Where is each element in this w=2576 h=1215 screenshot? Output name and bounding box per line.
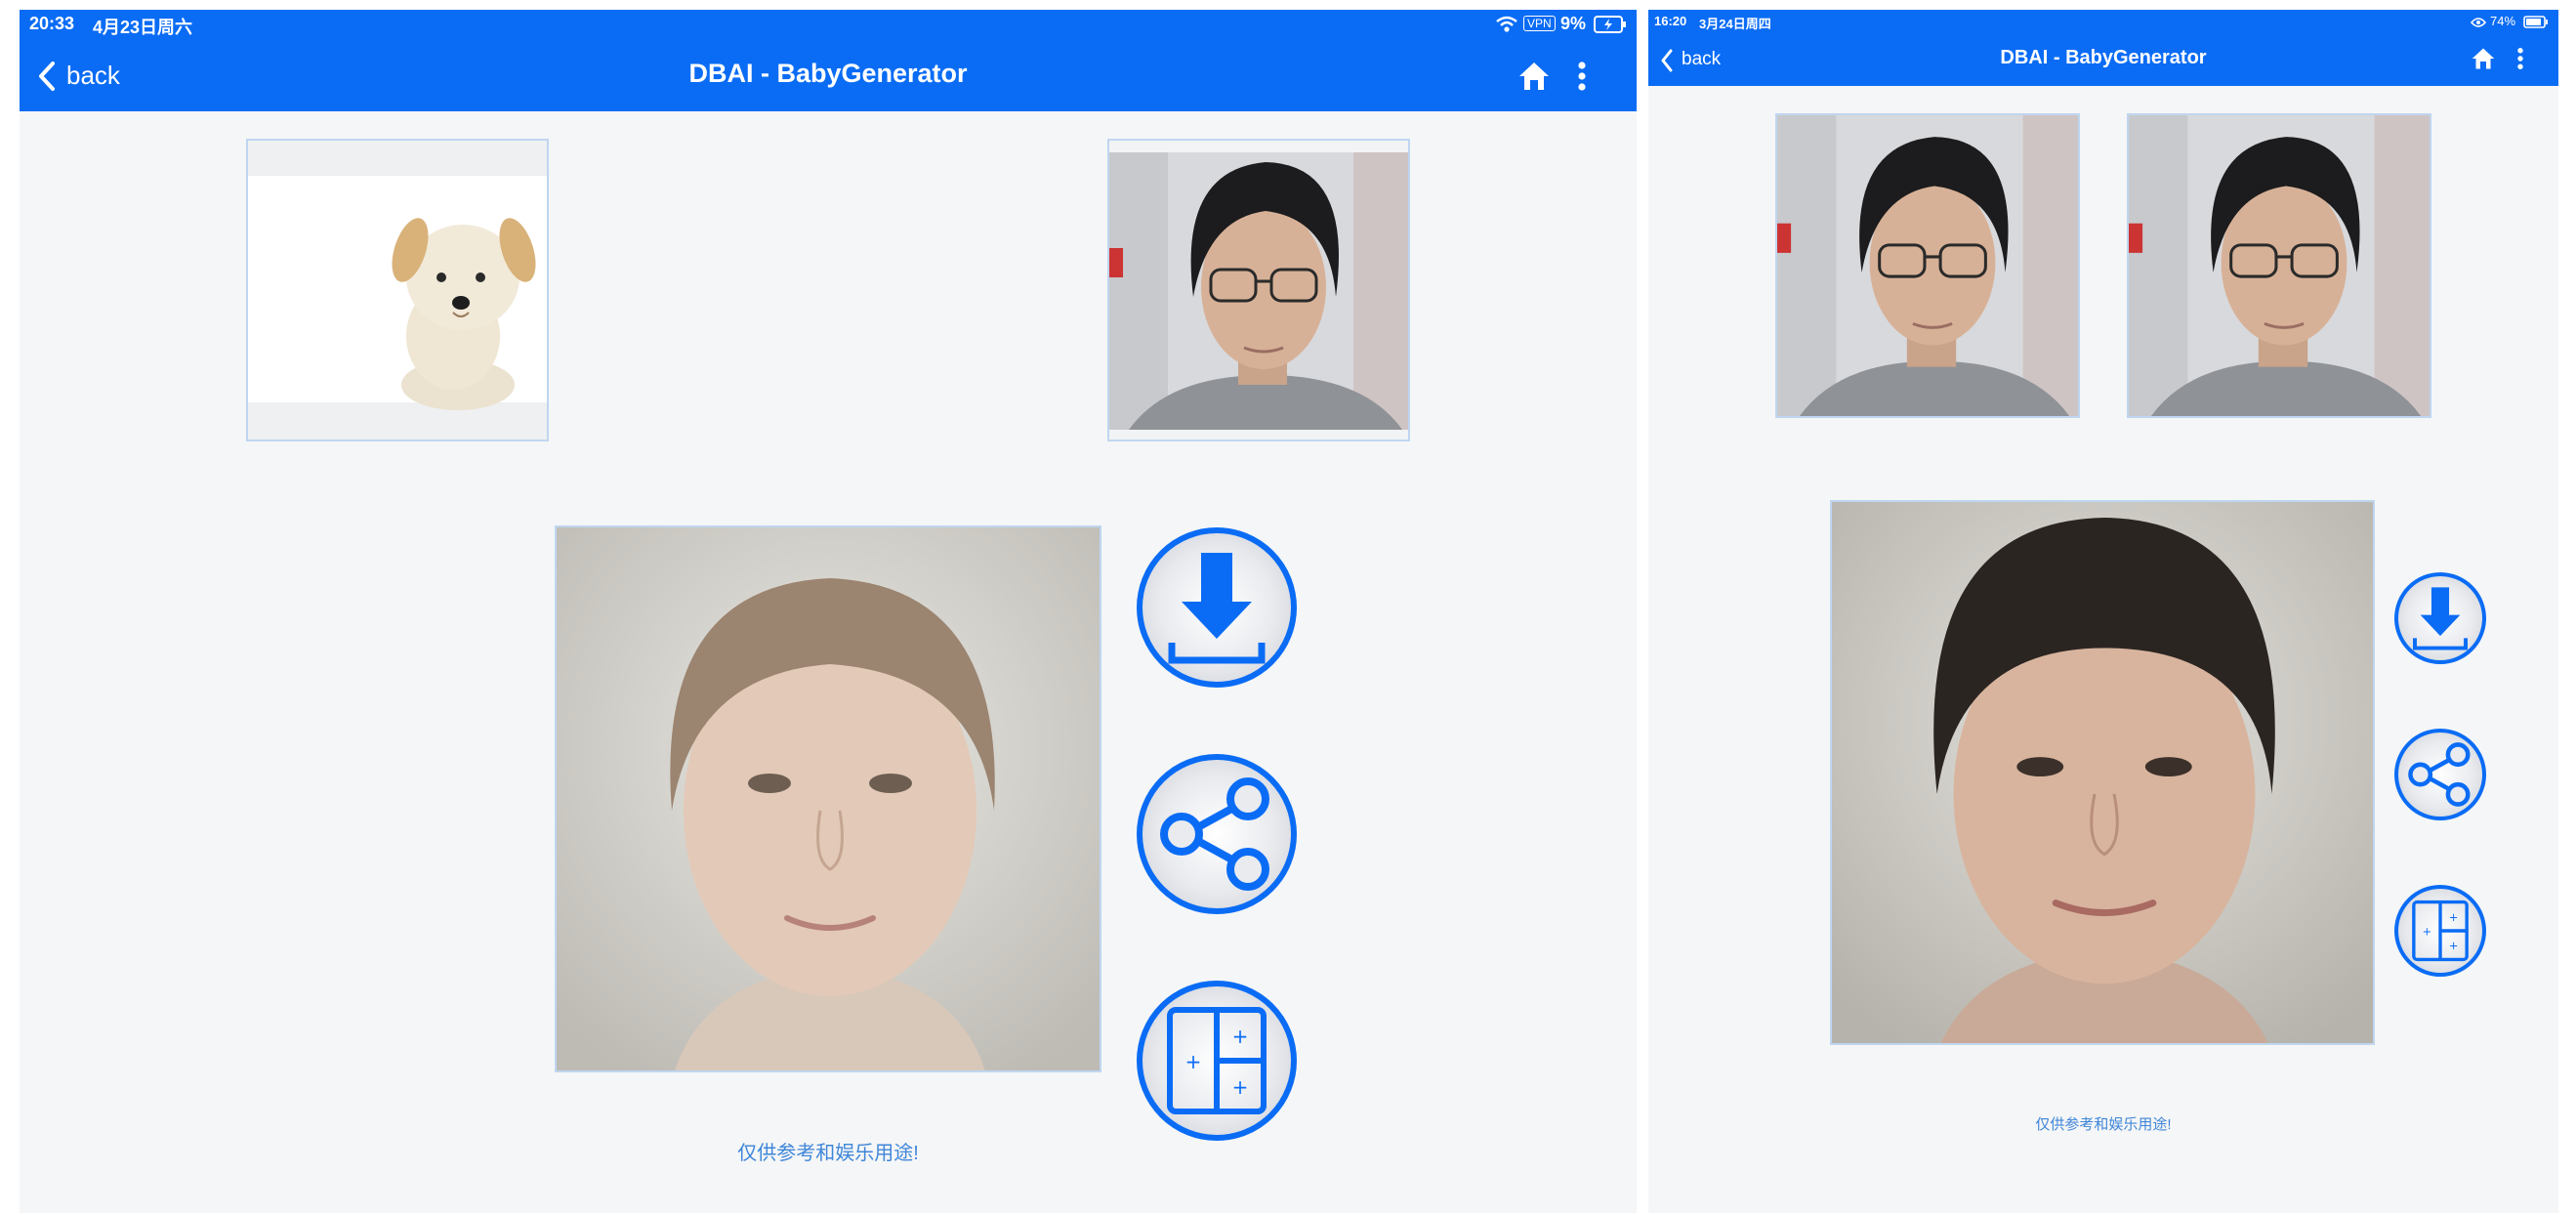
svg-text:+: + bbox=[2449, 911, 2458, 924]
eye-icon bbox=[2470, 16, 2487, 33]
parent-photo-left[interactable] bbox=[1775, 113, 2080, 418]
more-vertical-icon[interactable] bbox=[1576, 61, 1588, 97]
nav-bar: back DBAI - BabyGenerator bbox=[1648, 33, 2558, 86]
man-photo bbox=[1777, 115, 2078, 416]
status-bar: 16:20 3月24日周四 74% bbox=[1648, 10, 2558, 33]
layout-button[interactable]: + + + bbox=[1137, 981, 1297, 1141]
layout-grid-icon: + + + bbox=[1167, 1007, 1267, 1114]
share-icon bbox=[2408, 742, 2471, 807]
svg-text:+: + bbox=[2423, 926, 2431, 939]
download-button[interactable] bbox=[2394, 572, 2486, 664]
svg-text:+: + bbox=[2449, 940, 2458, 952]
disclaimer-text: 仅供参考和娱乐用途! bbox=[2035, 1116, 2172, 1133]
battery-percent: 74% bbox=[2490, 14, 2516, 28]
left-screen: 20:33 4月23日周六 VPN 9% back DBAI - BabyGen… bbox=[20, 10, 1637, 1213]
svg-text:+: + bbox=[1232, 1025, 1249, 1048]
home-icon[interactable] bbox=[1517, 61, 1551, 97]
home-icon[interactable] bbox=[2471, 47, 2496, 75]
svg-text:+: + bbox=[1232, 1075, 1249, 1099]
parent-photo-right[interactable] bbox=[1107, 139, 1410, 441]
layout-button[interactable]: + + + bbox=[2394, 885, 2486, 977]
status-time: 20:33 bbox=[29, 14, 75, 33]
wifi-icon bbox=[1496, 16, 1517, 38]
share-button[interactable] bbox=[2394, 729, 2486, 820]
parent-photo-left[interactable] bbox=[246, 139, 549, 441]
page-title: DBAI - BabyGenerator bbox=[2000, 47, 2207, 68]
vpn-icon: VPN bbox=[1523, 16, 1556, 31]
disclaimer-text: 仅供参考和娱乐用途! bbox=[737, 1143, 919, 1164]
status-date: 3月24日周四 bbox=[1699, 17, 1771, 31]
layout-grid-icon: + + + bbox=[2412, 900, 2469, 962]
battery-icon bbox=[1594, 16, 1627, 38]
download-icon bbox=[1168, 553, 1266, 664]
result-image bbox=[1830, 500, 2375, 1045]
generated-face bbox=[557, 527, 1100, 1070]
man-photo bbox=[1109, 152, 1408, 430]
page-title: DBAI - BabyGenerator bbox=[688, 59, 968, 88]
parent-photo-right[interactable] bbox=[2127, 113, 2431, 418]
status-bar: 20:33 4月23日周六 VPN 9% bbox=[20, 10, 1637, 39]
status-time: 16:20 bbox=[1654, 14, 1687, 28]
status-date: 4月23日周六 bbox=[93, 18, 193, 37]
man-photo bbox=[2129, 115, 2430, 416]
more-vertical-icon[interactable] bbox=[2515, 47, 2525, 75]
puppy-image bbox=[392, 218, 536, 410]
generated-face bbox=[1832, 502, 2373, 1043]
download-button[interactable] bbox=[1137, 527, 1297, 688]
share-icon bbox=[1160, 777, 1269, 891]
battery-percent: 9% bbox=[1560, 14, 1587, 33]
nav-bar: back DBAI - BabyGenerator bbox=[20, 39, 1637, 111]
download-icon bbox=[2412, 587, 2469, 650]
share-button[interactable] bbox=[1137, 754, 1297, 914]
svg-text:+: + bbox=[1185, 1050, 1202, 1073]
battery-icon bbox=[2523, 16, 2549, 33]
right-screen: 16:20 3月24日周四 74% back DBAI - BabyGenera… bbox=[1648, 10, 2558, 1213]
result-image bbox=[555, 525, 1101, 1072]
